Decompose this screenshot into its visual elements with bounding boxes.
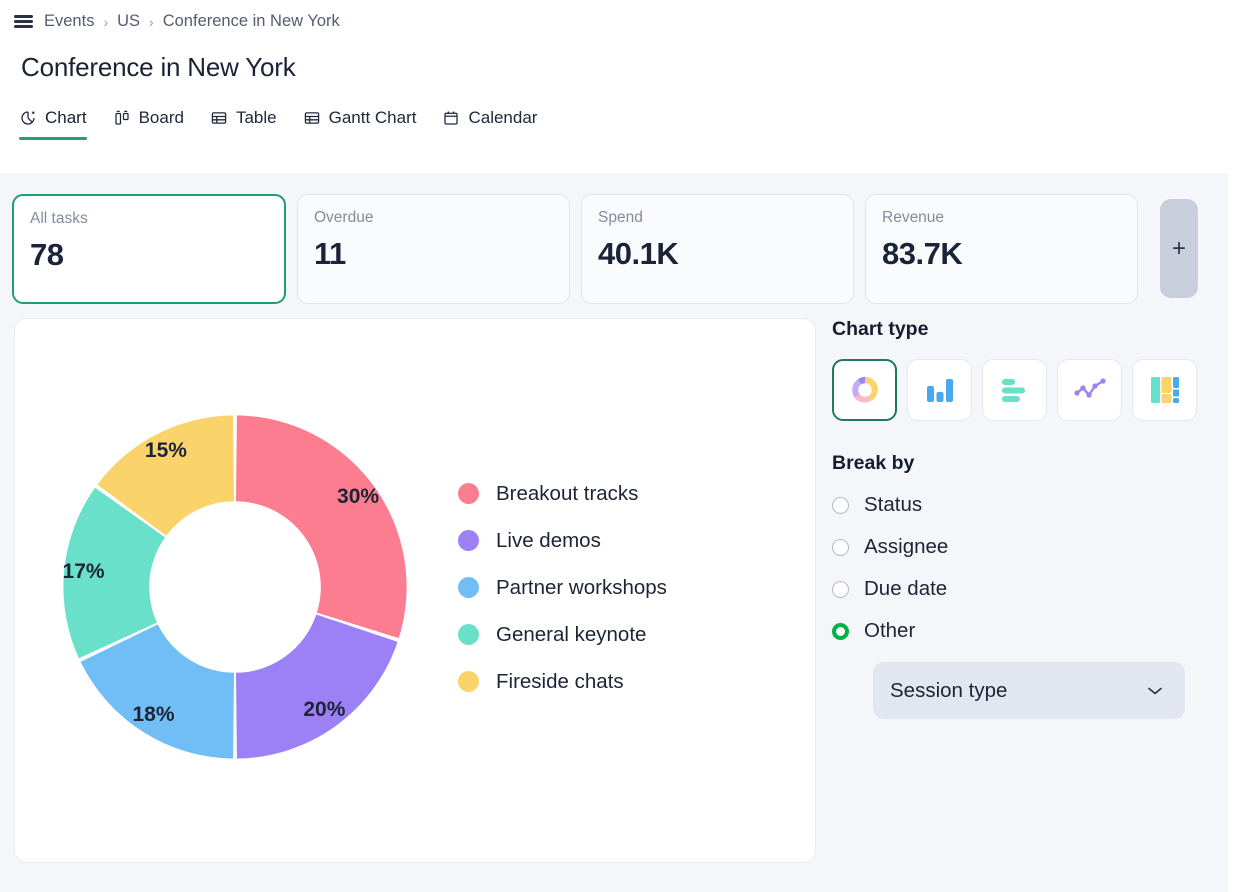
stat-card-value: 83.7K <box>882 236 963 271</box>
hbar-chart-icon <box>1001 379 1025 402</box>
break-by-label: Other <box>864 619 916 642</box>
chart-legend: Breakout tracks Live demos Partner works… <box>458 482 667 694</box>
break-by-field-select[interactable]: Session type <box>873 662 1185 719</box>
legend-item[interactable]: Live demos <box>458 529 667 553</box>
radio-icon <box>832 496 849 514</box>
content-surface: All tasks 78 Overdue 11 Spend 40.1K Reve… <box>0 173 1228 892</box>
donut-slice[interactable] <box>235 613 398 759</box>
table-icon <box>211 112 227 124</box>
chevron-down-icon <box>1148 687 1162 694</box>
chart-type-horizontal-bar[interactable] <box>982 359 1047 421</box>
legend-color-swatch <box>458 577 479 598</box>
legend-color-swatch <box>458 624 479 645</box>
legend-item[interactable]: Breakout tracks <box>458 482 667 506</box>
legend-item[interactable]: General keynote <box>458 623 667 647</box>
app-root: Events › US › Conference in New York Con… <box>0 0 1239 892</box>
legend-label: Breakout tracks <box>496 481 639 505</box>
stat-card-label: Revenue <box>882 209 945 226</box>
legend-label: General keynote <box>496 622 647 646</box>
stat-card-label: Spend <box>598 209 643 226</box>
chart-type-donut[interactable] <box>832 359 897 421</box>
legend-color-swatch <box>458 671 479 692</box>
plus-icon: + <box>1171 234 1186 262</box>
donut-chart-svg <box>63 414 407 759</box>
calendar-icon <box>444 111 459 125</box>
break-by-option-status[interactable]: Status <box>832 493 1222 517</box>
legend-color-swatch <box>458 483 479 504</box>
legend-label: Live demos <box>496 528 601 552</box>
line-chart-icon <box>1073 378 1106 398</box>
radio-selected-icon <box>832 622 849 640</box>
stat-card-value: 40.1K <box>598 236 679 271</box>
tab-gantt-chart[interactable]: Gantt Chart <box>303 108 417 140</box>
stat-card-revenue[interactable]: Revenue 83.7K <box>865 194 1138 304</box>
break-by-heading: Break by <box>832 452 915 474</box>
donut-slice[interactable] <box>235 414 407 638</box>
tab-calendar-label: Calendar <box>468 108 538 127</box>
tab-gantt-chart-label: Gantt Chart <box>328 108 417 127</box>
breadcrumb-separator: › <box>149 13 154 30</box>
legend-label: Fireside chats <box>496 669 624 693</box>
page-title: Conference in New York <box>21 52 296 82</box>
legend-item[interactable]: Fireside chats <box>458 670 667 694</box>
legend-item[interactable]: Partner workshops <box>458 576 667 600</box>
bar-chart-icon <box>926 379 953 402</box>
break-by-option-due-date[interactable]: Due date <box>832 577 1222 601</box>
chart-type-heading: Chart type <box>832 318 929 340</box>
stat-card-value: 78 <box>30 237 64 272</box>
break-by-label: Assignee <box>864 535 949 558</box>
radio-icon <box>832 580 849 598</box>
break-by-option-assignee[interactable]: Assignee <box>832 535 1222 559</box>
gantt-icon <box>304 112 319 124</box>
chart-type-bar[interactable] <box>907 359 972 421</box>
hamburger-icon[interactable] <box>14 15 33 28</box>
add-stat-card-button[interactable]: + <box>1160 199 1198 298</box>
legend-color-swatch <box>458 530 479 551</box>
stacked-chart-icon <box>1150 377 1179 403</box>
break-by-label: Due date <box>864 577 948 600</box>
tab-table-label: Table <box>235 108 277 127</box>
stat-card-label: All tasks <box>30 210 88 227</box>
legend-label: Partner workshops <box>496 575 667 599</box>
breadcrumb-item-events[interactable]: Events <box>44 12 94 31</box>
chart-settings-panel: Chart type Break by Status Assignee Due … <box>832 318 1222 719</box>
break-by-option-other[interactable]: Other <box>832 619 1222 643</box>
donut-chart-icon <box>851 376 878 403</box>
tab-board[interactable]: Board <box>113 108 184 140</box>
pie-chart-icon <box>21 111 35 125</box>
break-by-field-value: Session type <box>890 678 1008 702</box>
chart-type-line[interactable] <box>1057 359 1122 421</box>
stat-card-value: 11 <box>314 236 346 271</box>
tab-chart-label: Chart <box>45 108 87 127</box>
tab-chart[interactable]: Chart <box>19 108 87 140</box>
tab-table[interactable]: Table <box>210 108 277 140</box>
chart-type-stacked[interactable] <box>1132 359 1197 421</box>
break-by-label: Status <box>864 493 923 516</box>
breadcrumb-item-current[interactable]: Conference in New York <box>163 12 340 31</box>
stat-card-row: All tasks 78 Overdue 11 Spend 40.1K Reve… <box>12 194 1198 304</box>
donut-chart: 30% 20% 18% 17% 15% <box>40 392 430 782</box>
breadcrumb: Events › US › Conference in New York <box>14 12 340 31</box>
stat-card-overdue[interactable]: Overdue 11 <box>297 194 570 304</box>
breadcrumb-separator: › <box>103 13 109 30</box>
tab-calendar[interactable]: Calendar <box>442 108 537 140</box>
stat-card-spend[interactable]: Spend 40.1K <box>581 194 854 304</box>
chart-type-options <box>832 359 1222 421</box>
radio-icon <box>832 538 849 556</box>
view-tabs: Chart Board Table Gantt Chart Calendar <box>19 108 537 140</box>
stat-card-all-tasks[interactable]: All tasks 78 <box>12 194 286 304</box>
stat-card-label: Overdue <box>314 209 374 226</box>
chart-card: 30% 20% 18% 17% 15% Breakout tracks Live dem… <box>14 318 816 863</box>
board-icon <box>114 110 129 125</box>
tab-board-label: Board <box>138 108 184 127</box>
break-by-options: Status Assignee Due date Other <box>832 493 1222 643</box>
breadcrumb-item-us[interactable]: US <box>117 12 140 31</box>
